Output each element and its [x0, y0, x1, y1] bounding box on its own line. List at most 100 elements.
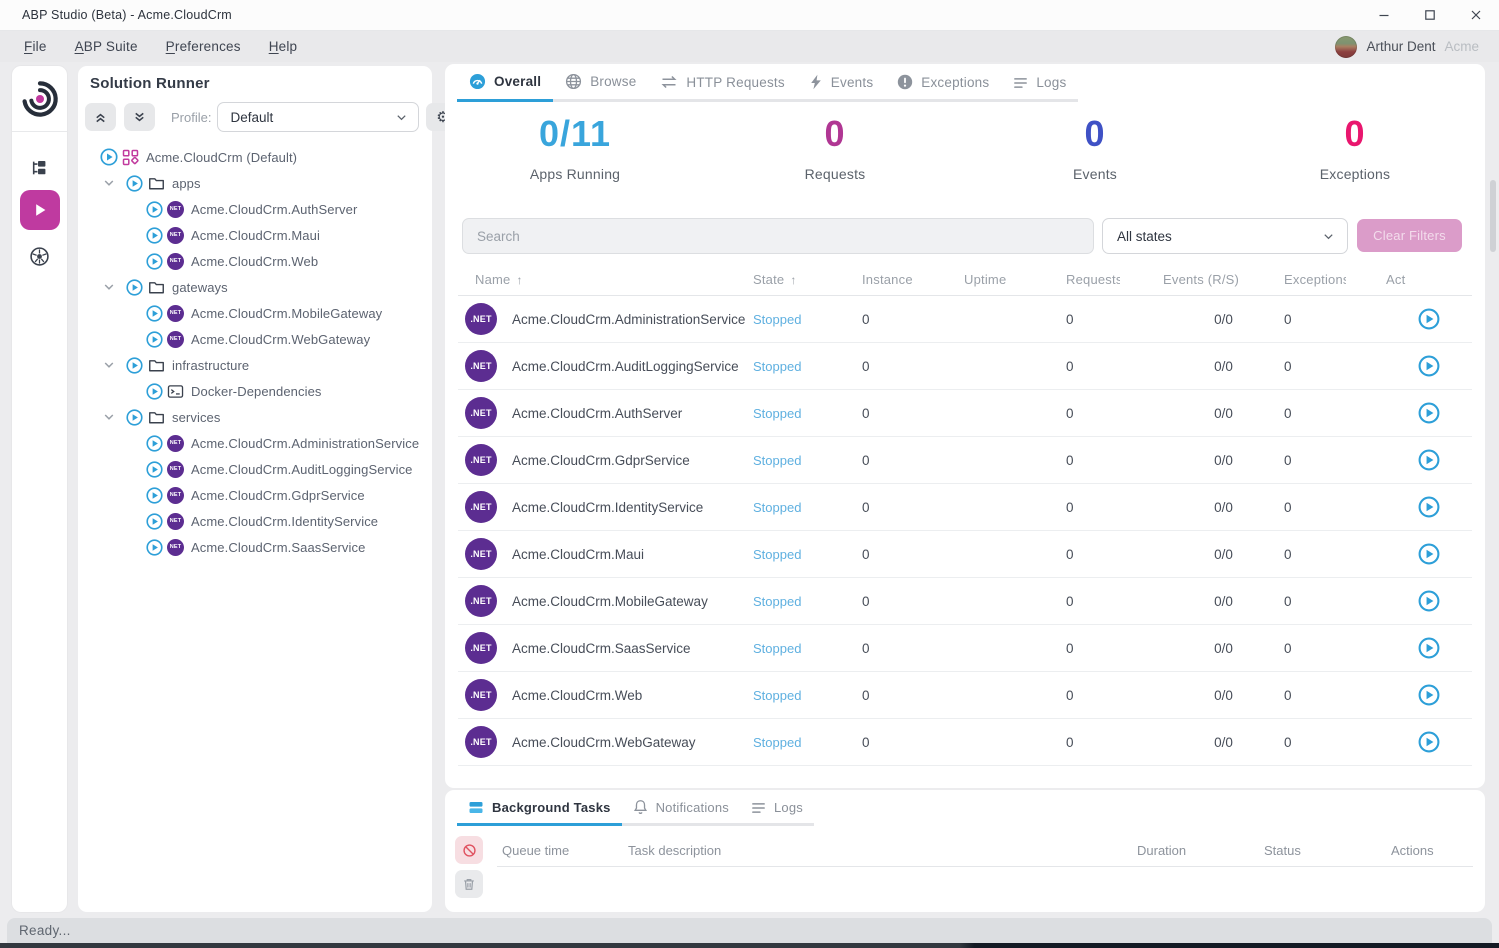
tree-item-acme-cloudcrm-webgateway[interactable]: NETAcme.CloudCrm.WebGateway [78, 326, 432, 352]
menu-abp-suite[interactable]: ABP Suite [75, 39, 138, 54]
collapse-all-button[interactable] [85, 103, 116, 131]
tree-item-apps[interactable]: apps [78, 170, 432, 196]
tab-label: Logs [774, 800, 803, 815]
start-service-button[interactable] [1386, 496, 1472, 518]
tab-exceptions[interactable]: Exceptions [885, 74, 1001, 102]
play-icon[interactable] [146, 487, 163, 504]
scrollbar-thumb[interactable] [1490, 180, 1496, 252]
search-input[interactable] [462, 218, 1094, 254]
column-header-state[interactable]: State↑ [753, 272, 862, 287]
tab-overall[interactable]: Overall [457, 73, 553, 102]
tree-item-acme-cloudcrm-authserver[interactable]: NETAcme.CloudCrm.AuthServer [78, 196, 432, 222]
tree-item-services[interactable]: services [78, 404, 432, 430]
close-button[interactable] [1453, 0, 1499, 30]
tree-item-acme-cloudcrm-auditloggingservice[interactable]: NETAcme.CloudCrm.AuditLoggingService [78, 456, 432, 482]
service-name: Acme.CloudCrm.AdministrationService [512, 312, 745, 327]
start-service-button[interactable] [1386, 308, 1472, 330]
kubernetes-icon[interactable] [12, 234, 67, 278]
start-service-button[interactable] [1386, 684, 1472, 706]
tab-logs[interactable]: Logs [1001, 75, 1078, 102]
divider [12, 131, 67, 132]
play-icon[interactable] [146, 539, 163, 556]
dotnet-icon: NET [167, 331, 184, 348]
tree-item-acme-cloudcrm-administrationservice[interactable]: NETAcme.CloudCrm.AdministrationService [78, 430, 432, 456]
play-icon[interactable] [146, 201, 163, 218]
chevron-down-icon[interactable] [102, 410, 116, 424]
tree-item-infrastructure[interactable]: infrastructure [78, 352, 432, 378]
table-row-acme-cloudcrm-mobilegateway[interactable]: .NETAcme.CloudCrm.MobileGatewayStopped00… [458, 578, 1472, 625]
bottom-tab-background-tasks[interactable]: Background Tasks [457, 800, 622, 826]
start-service-button[interactable] [1386, 402, 1472, 424]
table-row-acme-cloudcrm-web[interactable]: .NETAcme.CloudCrm.WebStopped000/00 [458, 672, 1472, 719]
tab-http-requests[interactable]: HTTP Requests [648, 74, 796, 102]
tree-item-acme-cloudcrm-default[interactable]: Acme.CloudCrm (Default) [78, 144, 432, 170]
tree-item-acme-cloudcrm-saasservice[interactable]: NETAcme.CloudCrm.SaasService [78, 534, 432, 560]
task-column-actions: Actions [1391, 843, 1434, 858]
table-row-acme-cloudcrm-webgateway[interactable]: .NETAcme.CloudCrm.WebGatewayStopped000/0… [458, 719, 1472, 766]
table-row-acme-cloudcrm-saasservice[interactable]: .NETAcme.CloudCrm.SaasServiceStopped000/… [458, 625, 1472, 672]
clear-tasks-button[interactable] [455, 870, 483, 898]
bottom-tab-notifications[interactable]: Notifications [622, 799, 740, 826]
profile-select[interactable]: Default [217, 102, 419, 132]
bottom-tab-logs[interactable]: Logs [740, 800, 814, 826]
maximize-button[interactable] [1407, 0, 1453, 30]
start-service-button[interactable] [1386, 543, 1472, 565]
table-row-acme-cloudcrm-authserver[interactable]: .NETAcme.CloudCrm.AuthServerStopped000/0… [458, 390, 1472, 437]
play-icon[interactable] [126, 357, 143, 374]
play-icon[interactable] [146, 461, 163, 478]
expand-all-button[interactable] [124, 103, 155, 131]
start-service-button[interactable] [1386, 590, 1472, 612]
play-icon[interactable] [126, 279, 143, 296]
stat-exceptions: 0Exceptions [1225, 116, 1485, 182]
table-row-acme-cloudcrm-auditloggingservice[interactable]: .NETAcme.CloudCrm.AuditLoggingServiceSto… [458, 343, 1472, 390]
play-icon[interactable] [126, 409, 143, 426]
play-icon[interactable] [100, 148, 118, 166]
user-box[interactable]: Arthur Dent Acme [1335, 31, 1479, 62]
clear-filters-button[interactable]: Clear Filters [1357, 219, 1462, 252]
service-state: Stopped [753, 735, 862, 750]
play-icon[interactable] [146, 513, 163, 530]
tree-item-acme-cloudcrm-mobilegateway[interactable]: NETAcme.CloudCrm.MobileGateway [78, 300, 432, 326]
state-filter-select[interactable]: All states [1102, 218, 1348, 254]
avatar[interactable] [1335, 36, 1357, 58]
start-service-button[interactable] [1386, 731, 1472, 753]
play-icon[interactable] [146, 383, 163, 400]
table-row-acme-cloudcrm-gdprservice[interactable]: .NETAcme.CloudCrm.GdprServiceStopped000/… [458, 437, 1472, 484]
menu-preferences[interactable]: Preferences [166, 39, 241, 54]
tree-item-label: Acme.CloudCrm.AdministrationService [191, 436, 419, 451]
column-header-name[interactable]: Name↑ [458, 272, 753, 287]
menu-help[interactable]: Help [269, 39, 298, 54]
play-icon[interactable] [146, 305, 163, 322]
table-row-acme-cloudcrm-administrationservice[interactable]: .NETAcme.CloudCrm.AdministrationServiceS… [458, 296, 1472, 343]
tree-item-acme-cloudcrm-maui[interactable]: NETAcme.CloudCrm.Maui [78, 222, 432, 248]
table-row-acme-cloudcrm-identityservice[interactable]: .NETAcme.CloudCrm.IdentityServiceStopped… [458, 484, 1472, 531]
chevron-down-icon[interactable] [102, 176, 116, 190]
tree-item-acme-cloudcrm-identityservice[interactable]: NETAcme.CloudCrm.IdentityService [78, 508, 432, 534]
tab-events[interactable]: Events [797, 74, 885, 102]
minimize-button[interactable] [1361, 0, 1407, 30]
tree-item-docker-dependencies[interactable]: Docker-Dependencies [78, 378, 432, 404]
stat-value: 0 [965, 116, 1225, 152]
start-service-button[interactable] [1386, 637, 1472, 659]
tree-item-label: Acme.CloudCrm.AuthServer [191, 202, 357, 217]
chevron-down-icon[interactable] [102, 358, 116, 372]
tree-item-acme-cloudcrm-gdprservice[interactable]: NETAcme.CloudCrm.GdprService [78, 482, 432, 508]
play-icon[interactable] [146, 331, 163, 348]
tree-item-acme-cloudcrm-web[interactable]: NETAcme.CloudCrm.Web [78, 248, 432, 274]
solution-runner-icon[interactable] [20, 190, 60, 230]
chevron-down-icon[interactable] [102, 280, 116, 294]
table-row-acme-cloudcrm-maui[interactable]: .NETAcme.CloudCrm.MauiStopped000/00 [458, 531, 1472, 578]
service-requests: 0 [1066, 547, 1163, 562]
tree-item-gateways[interactable]: gateways [78, 274, 432, 300]
solution-explorer-icon[interactable] [12, 146, 67, 190]
menu-file[interactable]: File [24, 39, 47, 54]
lines-icon [751, 801, 766, 815]
service-state: Stopped [753, 500, 862, 515]
play-icon[interactable] [126, 175, 143, 192]
start-service-button[interactable] [1386, 449, 1472, 471]
tab-browse[interactable]: Browse [553, 73, 648, 102]
play-icon[interactable] [146, 253, 163, 270]
start-service-button[interactable] [1386, 355, 1472, 377]
play-icon[interactable] [146, 435, 163, 452]
play-icon[interactable] [146, 227, 163, 244]
